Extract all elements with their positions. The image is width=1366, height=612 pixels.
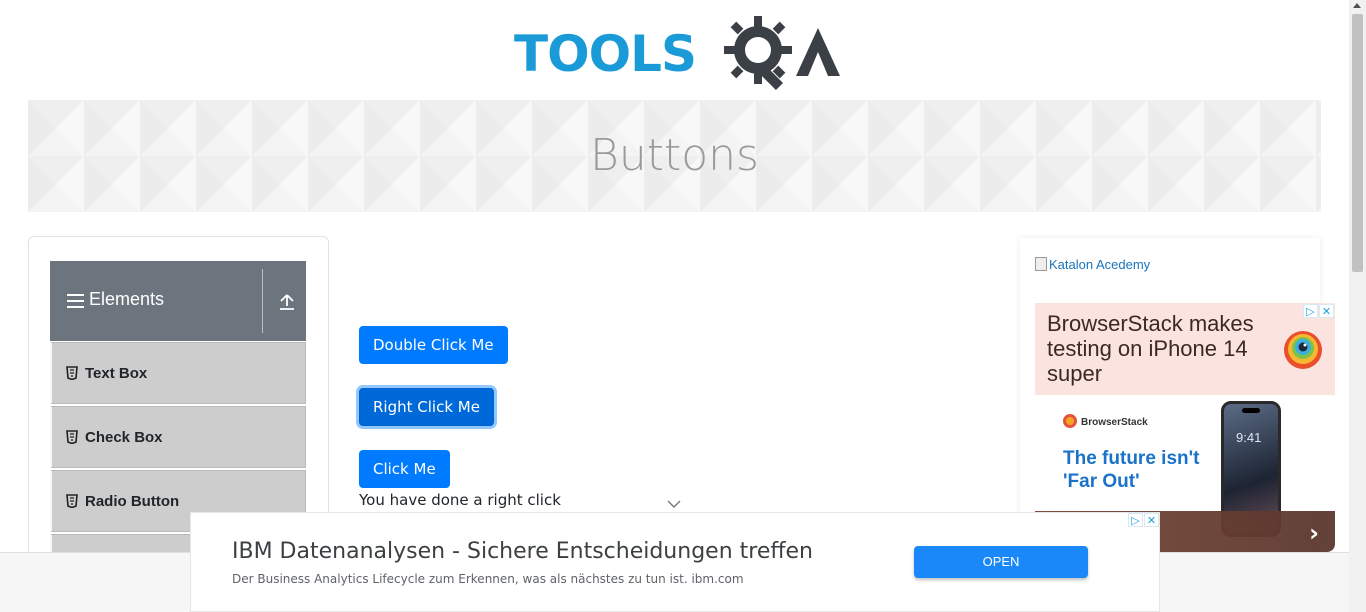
adchoices-icon[interactable]: ▷ xyxy=(1303,304,1318,318)
gear-magnifier-icon xyxy=(724,16,840,90)
elements-group-header[interactable]: Elements xyxy=(50,261,306,341)
bottom-ad[interactable]: IBM Datenanalysen - Sichere Entscheidung… xyxy=(190,512,1160,612)
broken-image-icon xyxy=(1035,257,1047,271)
ad-close-icon[interactable]: ✕ xyxy=(1144,513,1159,527)
phone-notch xyxy=(1242,408,1260,413)
bottom-ad-subtitle: Der Business Analytics Lifecycle zum Erk… xyxy=(232,572,744,586)
ad-top-panel: BrowserStack makes testing on iPhone 14 … xyxy=(1035,303,1335,395)
header-divider xyxy=(262,269,263,333)
right-click-button[interactable]: Right Click Me xyxy=(359,388,494,426)
adchoices-icon[interactable]: ▷ xyxy=(1128,513,1143,527)
ad-close-icon[interactable]: ✕ xyxy=(1319,304,1334,318)
katalon-ad-link[interactable]: Katalon Acedemy xyxy=(1035,257,1150,272)
group-title: Elements xyxy=(89,289,165,309)
sidebar-item-label: Radio Button xyxy=(85,493,180,510)
browserstack-logo-icon xyxy=(1284,331,1322,369)
html5-icon xyxy=(66,430,78,444)
right-click-message: You have done a right click xyxy=(359,491,561,509)
scroll-up-icon[interactable] xyxy=(1353,3,1361,8)
logo-text: TOOLS xyxy=(514,25,697,83)
sidebar-item-label: Text Box xyxy=(85,365,148,382)
sidebar-item-text-box[interactable]: Text Box xyxy=(50,342,306,404)
chevron-down-icon[interactable] xyxy=(667,499,681,509)
hamburger-icon xyxy=(67,294,84,308)
chevron-right-icon[interactable]: › xyxy=(1309,519,1319,547)
phone-clock: 9:41 xyxy=(1236,430,1262,445)
bottom-ad-title: IBM Datenanalysen - Sichere Entscheidung… xyxy=(232,539,813,564)
katalon-alt-text: Katalon Acedemy xyxy=(1049,257,1151,272)
sidebar-item-check-box[interactable]: Check Box xyxy=(50,406,306,468)
ad-brand: BrowserStack xyxy=(1081,417,1148,428)
scroll-thumb[interactable] xyxy=(1352,14,1363,272)
page-title: Buttons xyxy=(590,130,759,181)
toolsqa-logo[interactable]: TOOLS xyxy=(514,16,840,90)
click-me-button[interactable]: Click Me xyxy=(359,450,450,488)
sidebar-item-label: Check Box xyxy=(85,429,163,446)
page-scrollbar[interactable] xyxy=(1349,0,1366,612)
html5-icon xyxy=(66,366,78,380)
browserstack-mini-logo-icon xyxy=(1063,414,1077,428)
html5-icon xyxy=(66,494,78,508)
double-click-button[interactable]: Double Click Me xyxy=(359,326,508,364)
ad-tagline: The future isn't 'Far Out' xyxy=(1063,448,1200,492)
ad-headline: BrowserStack makes testing on iPhone 14 … xyxy=(1047,311,1254,386)
collapse-icon[interactable] xyxy=(278,293,296,311)
page-banner: Buttons xyxy=(28,100,1321,212)
bottom-ad-open-button[interactable]: OPEN xyxy=(914,546,1088,578)
logo-qa-letter xyxy=(796,28,840,76)
